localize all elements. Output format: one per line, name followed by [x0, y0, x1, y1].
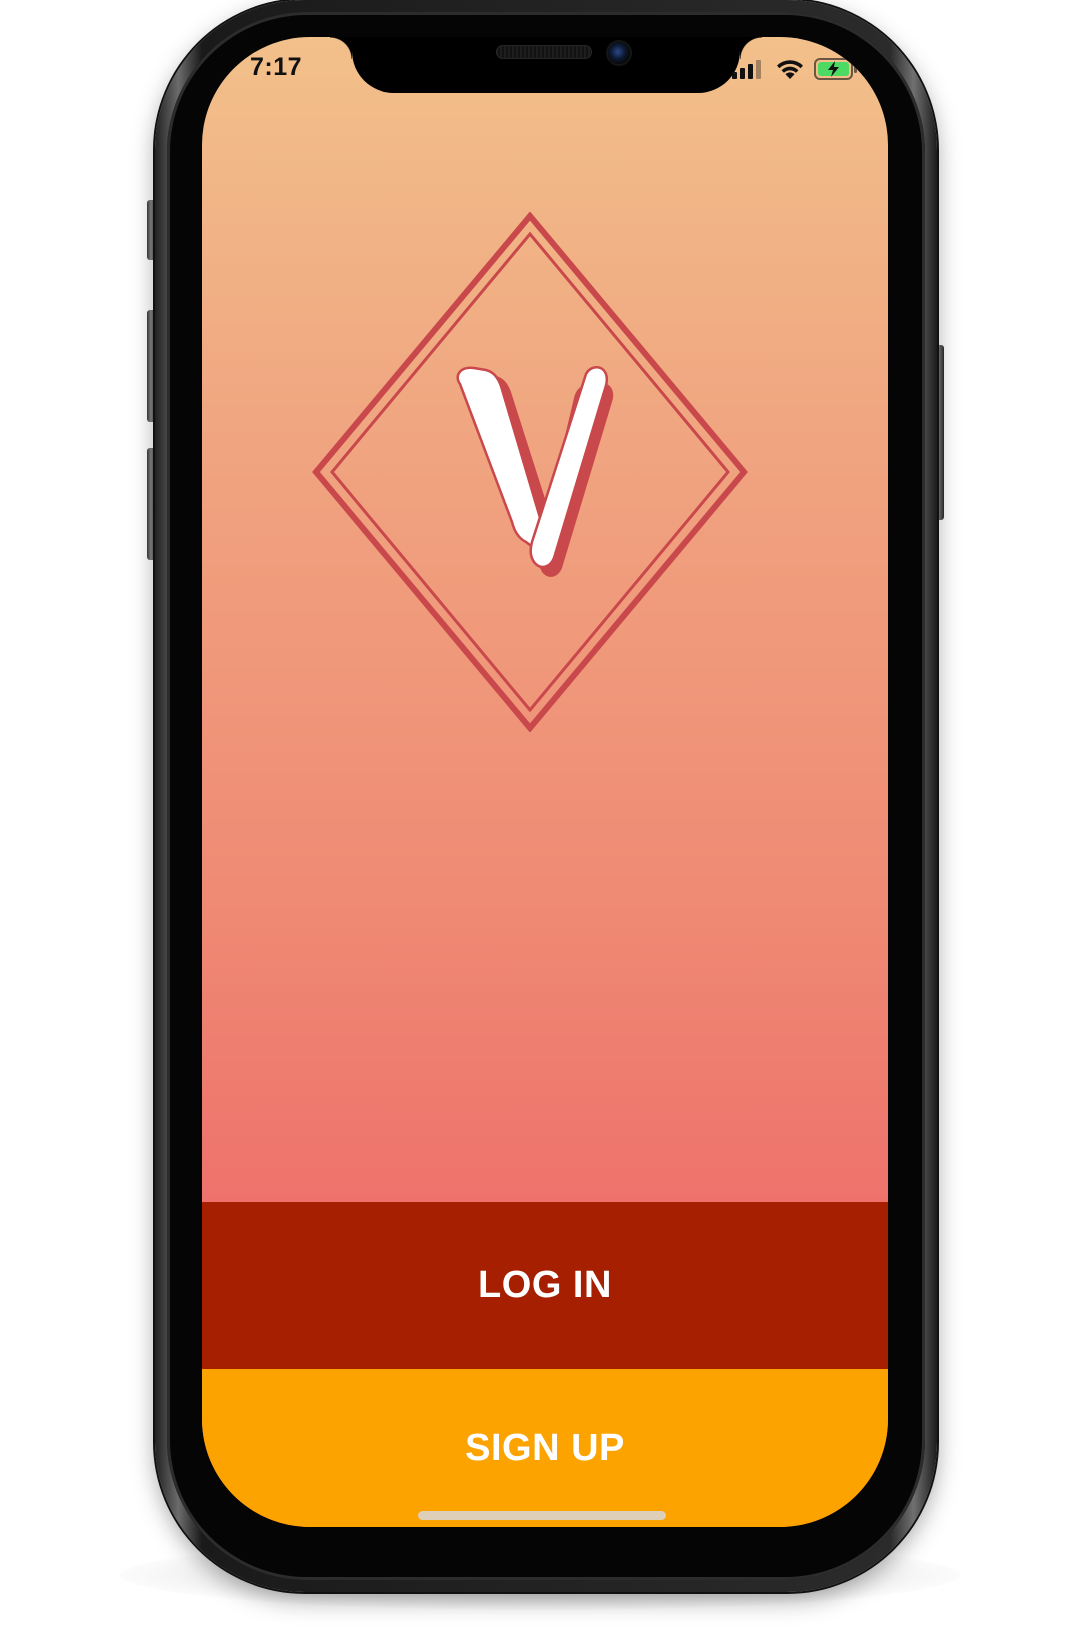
signup-button[interactable]: SIGN UP [202, 1369, 888, 1527]
status-icons [732, 57, 858, 81]
status-time: 7:17 [250, 53, 303, 81]
app-screen: 7:17 LOG IN SIGN UP [202, 37, 888, 1527]
device-mockup: 7:17 LOG IN SIGN UP [0, 0, 1076, 1628]
home-indicator[interactable] [418, 1511, 666, 1520]
signup-button-label: SIGN UP [465, 1426, 625, 1469]
diamond-v-logo-icon [312, 212, 748, 732]
login-button-label: LOG IN [478, 1264, 612, 1306]
wifi-icon [777, 59, 803, 79]
display-notch [330, 37, 762, 93]
login-button[interactable]: LOG IN [202, 1202, 888, 1369]
battery-charging-icon [814, 58, 857, 80]
front-camera-icon [608, 42, 630, 64]
earpiece-speaker [496, 45, 592, 59]
cellular-signal-icon [732, 60, 761, 79]
